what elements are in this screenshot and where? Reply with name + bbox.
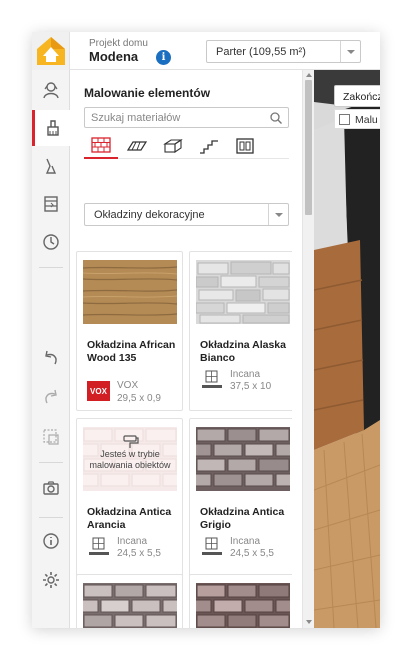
gear-icon: [43, 572, 59, 588]
chevron-down-icon: [268, 204, 288, 225]
toolbar-undo[interactable]: [32, 341, 70, 377]
paint-mode-label: Malu: [355, 114, 378, 126]
material-thumbnail: [83, 583, 177, 628]
toolbar-settings[interactable]: [32, 562, 70, 598]
info-icon: [43, 533, 59, 549]
material-card[interactable]: Jesteś w trybie malowania obiektów Okład…: [76, 418, 183, 578]
panel-title: Malowanie elementów: [84, 86, 211, 100]
incana-logo-icon: [87, 537, 110, 557]
tab-windows[interactable]: [228, 133, 262, 159]
toolbar-info[interactable]: [32, 523, 70, 559]
toolbar-redo[interactable]: [32, 380, 70, 416]
app-window: Projekt domu Modena i Parter (109,55 m²): [32, 32, 380, 628]
paint-mode-checkbox[interactable]: [339, 114, 350, 125]
material-thumbnail: [196, 427, 290, 491]
scroll-up-icon[interactable]: [306, 73, 312, 77]
materials-grid: Okładzina African Wood 135 VOX VOX 29,5 …: [76, 251, 292, 628]
material-dimensions: 37,5 x 10: [230, 381, 272, 392]
material-name: Okładzina Alaska Bianco: [200, 339, 286, 364]
left-toolbar: [32, 70, 70, 628]
info-icon[interactable]: i: [156, 50, 171, 65]
painting-panel: Malowanie elementów Szukaj materiałów Ok…: [70, 70, 302, 628]
roller-icon: [123, 435, 139, 448]
material-brand: Incana: [230, 369, 261, 380]
tab-floor[interactable]: [120, 133, 154, 159]
material-tabs: [84, 133, 289, 159]
clock-icon: [43, 234, 59, 250]
toolbar-avatar[interactable]: [32, 72, 70, 108]
toolbar-collapse[interactable]: [32, 618, 70, 628]
material-card[interactable]: Okładzina Antica Grigio Incana 24,5 x 5,…: [189, 418, 292, 578]
toolbar-catalog[interactable]: [32, 186, 70, 222]
floor-select-value: Parter (109,55 m²): [216, 46, 306, 58]
search-placeholder: Szukaj materiałów: [91, 112, 181, 124]
material-dimensions: 24,5 x 5,5: [117, 548, 161, 559]
material-name: Okładzina African Wood 135: [87, 339, 176, 364]
3d-viewport[interactable]: Zakończ Malu: [314, 70, 380, 628]
paint-brush-icon: [46, 120, 59, 136]
finish-button[interactable]: Zakończ: [334, 85, 380, 107]
toolbar-history[interactable]: [32, 224, 70, 260]
finish-button-label: Zakończ: [343, 91, 380, 103]
material-card[interactable]: Okładzina Alaska Bianco Incana 37,5 x 10: [189, 251, 292, 411]
material-thumbnail: [196, 583, 290, 628]
brick-tab-icon: [91, 137, 111, 153]
material-card[interactable]: [76, 574, 183, 628]
stairs-tab-icon: [200, 140, 218, 154]
material-name: Okładzina Antica Grigio: [200, 506, 285, 531]
panel-scrollbar[interactable]: [302, 70, 314, 628]
window-tab-icon: [236, 138, 254, 154]
material-thumbnail: [196, 260, 290, 324]
toolbar-divider: [39, 517, 63, 518]
toolbar-paint[interactable]: [32, 110, 70, 146]
material-dimensions: 24,5 x 5,5: [230, 548, 274, 559]
tab-box[interactable]: [156, 133, 190, 159]
paint-mode-toggle[interactable]: Malu: [334, 109, 380, 129]
tab-bricks[interactable]: [84, 133, 118, 159]
chevron-right-icon: [41, 626, 61, 628]
roller-brush-icon: [45, 158, 57, 174]
category-select-value: Okładziny dekoracyjne: [94, 209, 205, 221]
project-name: Modena: [89, 49, 139, 64]
3d-scene: [314, 70, 380, 628]
search-icon[interactable]: [269, 111, 283, 125]
app-logo[interactable]: [32, 32, 70, 70]
material-name: Okładzina Antica Arancia: [87, 506, 172, 531]
toolbar-divider: [39, 267, 63, 268]
incana-logo-icon: [200, 370, 223, 390]
tab-stairs[interactable]: [192, 133, 226, 159]
material-brand: Incana: [230, 536, 261, 547]
app-header: Projekt domu Modena i Parter (109,55 m²): [32, 32, 380, 70]
material-thumbnail: [83, 260, 177, 324]
material-brand: VOX: [117, 380, 139, 391]
undo-icon: [45, 350, 57, 365]
vox-logo-icon: VOX: [87, 381, 110, 401]
material-dimensions: 29,5 x 0,9: [117, 393, 161, 404]
redo-icon: [45, 389, 57, 404]
toolbar-screenshot[interactable]: [32, 470, 70, 506]
toolbar-divider: [39, 462, 63, 463]
project-label: Projekt domu: [89, 38, 148, 49]
camera-icon: [43, 481, 59, 495]
material-brand: Incana: [117, 536, 148, 547]
incana-logo-icon: [200, 537, 223, 557]
category-select[interactable]: Okładziny dekoracyjne: [84, 203, 289, 226]
toolbar-roller[interactable]: [32, 148, 70, 184]
scroll-thumb[interactable]: [305, 80, 312, 215]
toolbar-copy-style[interactable]: [32, 419, 70, 455]
material-card[interactable]: [189, 574, 292, 628]
material-card[interactable]: Okładzina African Wood 135 VOX VOX 29,5 …: [76, 251, 183, 411]
floor-tab-icon: [127, 141, 147, 151]
bookshelf-icon: [44, 196, 58, 212]
avatar-icon: [43, 82, 59, 99]
chevron-down-icon: [340, 41, 360, 62]
scroll-down-icon[interactable]: [306, 620, 312, 624]
floor-select[interactable]: Parter (109,55 m²): [206, 40, 361, 63]
material-thumbnail: Jesteś w trybie malowania obiektów: [83, 427, 177, 491]
search-input[interactable]: Szukaj materiałów: [84, 107, 289, 128]
box-tab-icon: [163, 138, 183, 154]
